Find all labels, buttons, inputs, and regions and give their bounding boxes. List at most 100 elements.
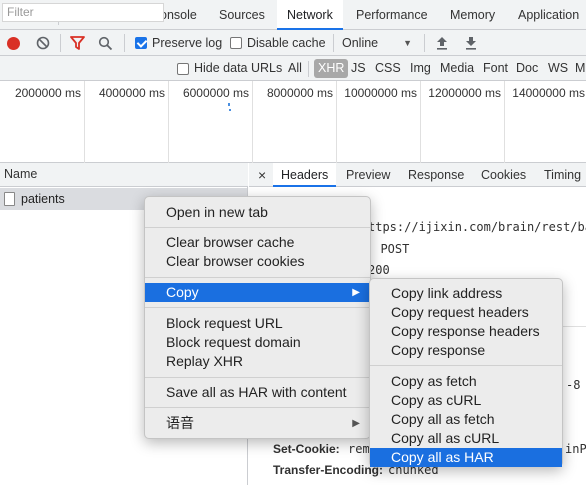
filter-type-img[interactable]: Img	[410, 56, 431, 81]
tab-sources[interactable]: Sources	[209, 0, 275, 30]
set-cookie-value: rem	[348, 442, 370, 456]
clear-icon	[36, 36, 50, 50]
record-button[interactable]	[7, 30, 20, 56]
menu-separator	[145, 307, 370, 308]
timeline-tick-label: 2000000 ms	[14, 86, 81, 100]
hide-data-urls-label: Hide data URLs	[194, 61, 283, 75]
timeline-request-mark	[228, 103, 230, 106]
tab-timing[interactable]: Timing	[536, 163, 586, 187]
menu-separator	[370, 365, 562, 366]
toolbar-separator	[424, 34, 425, 52]
timeline-tick-label: 6000000 ms	[182, 86, 249, 100]
tab-memory[interactable]: Memory	[440, 0, 505, 30]
tab-headers[interactable]: Headers	[273, 163, 337, 187]
menu-item-copy-link-address[interactable]: Copy link address	[370, 284, 562, 303]
menu-separator	[145, 377, 370, 378]
close-details-icon[interactable]: ×	[250, 163, 274, 187]
clear-button[interactable]	[36, 30, 50, 56]
filter-type-media[interactable]: Media	[440, 56, 474, 81]
menu-separator	[145, 227, 370, 228]
export-har-button[interactable]	[465, 30, 477, 56]
toolbar-separator	[124, 34, 125, 52]
filter-type-manifest[interactable]: M	[575, 56, 585, 81]
menu-item-copy-response[interactable]: Copy response	[370, 341, 562, 360]
status-code: 200	[368, 263, 390, 277]
menu-item-copy-as-fetch[interactable]: Copy as fetch	[370, 372, 562, 391]
menu-item-copy-label: Copy	[166, 284, 199, 300]
tab-performance[interactable]: Performance	[346, 0, 438, 30]
search-icon	[98, 36, 113, 50]
menu-item-clear-browser-cache[interactable]: Clear browser cache	[145, 233, 370, 252]
filter-type-ws[interactable]: WS	[548, 56, 568, 81]
request-method: : POST	[366, 242, 410, 256]
menu-item-block-request-domain[interactable]: Block request domain	[145, 333, 370, 352]
menu-item-replay-xhr[interactable]: Replay XHR	[145, 352, 370, 371]
menu-item-copy-all-as-curl[interactable]: Copy all as cURL	[370, 429, 562, 448]
filter-icon	[70, 36, 85, 50]
menu-item-block-request-url[interactable]: Block request URL	[145, 314, 370, 333]
filter-separator	[308, 61, 309, 77]
set-cookie-key: Set-Cookie:	[273, 442, 340, 456]
preserve-log-label: Preserve log	[152, 36, 223, 50]
menu-item-copy-request-headers[interactable]: Copy request headers	[370, 303, 562, 322]
disable-cache-checkbox[interactable]: Disable cache	[230, 30, 326, 56]
request-context-menu: Open in new tab Clear browser cache Clea…	[144, 196, 371, 439]
filter-type-xhr[interactable]: XHR	[314, 59, 349, 78]
upload-icon	[437, 37, 447, 50]
timeline-request-mark	[229, 109, 231, 111]
chevron-down-icon: ▼	[403, 38, 412, 48]
filter-type-all[interactable]: All	[288, 56, 302, 81]
filter-type-doc[interactable]: Doc	[516, 56, 538, 81]
menu-item-copy-response-headers[interactable]: Copy response headers	[370, 322, 562, 341]
checkbox-unchecked	[177, 62, 189, 75]
timeline-tick-label: 14000000 ms	[512, 86, 585, 100]
tab-response[interactable]: Response	[400, 163, 472, 187]
document-icon	[4, 192, 15, 206]
checkbox-unchecked	[230, 37, 242, 49]
column-header-name[interactable]: Name	[0, 163, 248, 187]
tab-application[interactable]: Application	[508, 0, 586, 30]
throttling-value: Online	[342, 36, 379, 50]
menu-item-copy[interactable]: Copy ▶	[145, 283, 370, 302]
preserve-log-checkbox[interactable]: Preserve log	[135, 30, 222, 56]
menu-item-save-all-as-har[interactable]: Save all as HAR with content	[145, 383, 370, 402]
request-url: ttps://ijixin.com/brain/rest/ba	[368, 220, 586, 234]
transfer-encoding-key: Transfer-Encoding:	[273, 463, 384, 477]
menu-item-speech-label: 语音	[166, 415, 194, 431]
timeline-tick-label: 12000000 ms	[428, 86, 501, 100]
menu-item-clear-browser-cookies[interactable]: Clear browser cookies	[145, 252, 370, 271]
copy-submenu: Copy link address Copy request headers C…	[369, 278, 563, 467]
filter-type-font[interactable]: Font	[483, 56, 508, 81]
filter-type-js[interactable]: JS	[351, 56, 366, 81]
tab-cookies[interactable]: Cookies	[473, 163, 534, 187]
disable-cache-label: Disable cache	[247, 36, 326, 50]
timeline-tick-label: 8000000 ms	[266, 86, 333, 100]
content-type-fragment: -8	[566, 378, 581, 392]
search-button[interactable]	[98, 30, 113, 56]
chevron-right-icon: ▶	[352, 418, 360, 429]
timeline-tick-label: 4000000 ms	[98, 86, 165, 100]
throttling-select[interactable]: Online ▼	[342, 30, 416, 56]
menu-item-copy-all-as-har[interactable]: Copy all as HAR	[370, 448, 562, 467]
timeline-tick-label: 10000000 ms	[344, 86, 417, 100]
checkbox-checked	[135, 37, 147, 49]
menu-item-open-in-new-tab[interactable]: Open in new tab	[145, 203, 370, 222]
toolbar-separator	[333, 34, 334, 52]
menu-separator	[145, 407, 370, 408]
menu-item-copy-all-as-fetch[interactable]: Copy all as fetch	[370, 410, 562, 429]
filter-input[interactable]: Filter	[2, 3, 164, 22]
menu-item-copy-as-curl[interactable]: Copy as cURL	[370, 391, 562, 410]
chevron-right-icon: ▶	[352, 287, 360, 298]
set-cookie-tail: inP	[565, 442, 586, 456]
hide-data-urls-checkbox[interactable]: Hide data URLs	[177, 56, 282, 81]
request-name: patients	[21, 192, 65, 206]
filter-type-css[interactable]: CSS	[375, 56, 401, 81]
menu-item-speech[interactable]: 语音 ▶	[145, 414, 370, 433]
tab-preview[interactable]: Preview	[338, 163, 398, 187]
tab-network[interactable]: Network	[277, 0, 343, 30]
filter-toggle-button[interactable]	[70, 30, 85, 56]
download-icon	[466, 37, 476, 50]
import-har-button[interactable]	[436, 30, 448, 56]
record-icon	[7, 36, 20, 50]
menu-separator	[145, 277, 370, 278]
